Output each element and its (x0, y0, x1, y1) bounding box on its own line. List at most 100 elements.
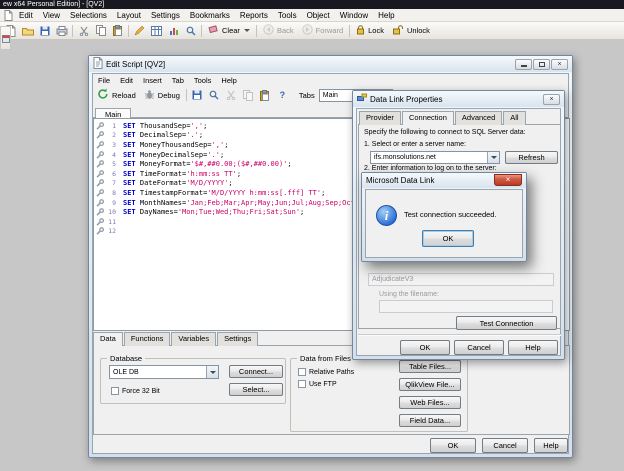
app-menubar: Edit View Selections Layout Settings Bookmark… (0, 9, 624, 22)
save-icon[interactable] (189, 88, 206, 103)
menu-item[interactable]: Tools (273, 11, 302, 20)
document-icon[interactable] (2, 9, 14, 21)
force-32bit-checkbox[interactable]: Force 32 Bit (111, 387, 160, 395)
menu-item[interactable]: Edit (14, 11, 38, 20)
help-button[interactable]: Help (508, 340, 558, 355)
minimize-button[interactable] (515, 58, 532, 70)
open-icon[interactable] (19, 23, 36, 38)
refresh-button[interactable]: Refresh (505, 151, 558, 164)
unlock-button[interactable]: Unlock (388, 24, 434, 38)
line-number: 11 (108, 217, 116, 226)
menu-item[interactable]: Insert (138, 76, 167, 85)
ok-button[interactable]: OK (422, 230, 474, 247)
field-data-button[interactable]: Field Data... (399, 414, 461, 427)
line-number: 12 (108, 227, 116, 236)
app-titlebar[interactable]: ew x64 Personal Edition] - [QV2] (0, 0, 624, 9)
help-button[interactable]: Help (534, 438, 568, 453)
checkbox[interactable] (298, 380, 306, 388)
ok-button[interactable]: OK (400, 340, 450, 355)
line-number: 2 (112, 131, 116, 140)
test-connection-button[interactable]: Test Connection (456, 316, 557, 330)
menu-item[interactable]: Window (335, 11, 373, 20)
connect-button[interactable]: Connect... (229, 365, 283, 378)
tab-settings[interactable]: Settings (217, 332, 259, 346)
cut-icon[interactable] (223, 88, 240, 103)
menu-item[interactable]: Edit (115, 76, 138, 85)
menu-item[interactable]: Tools (189, 76, 217, 85)
close-icon[interactable]: × (494, 174, 522, 186)
sheet-icon[interactable] (1, 30, 10, 49)
tab-variables[interactable]: Variables (171, 332, 217, 346)
tab-all[interactable]: All (503, 111, 526, 125)
back-button[interactable]: Back (259, 23, 298, 38)
menu-item[interactable]: Help (216, 76, 241, 85)
tab-functions[interactable]: Functions (123, 332, 171, 346)
cancel-button[interactable]: Cancel (482, 438, 528, 453)
use-ftp-checkbox[interactable]: Use FTP (298, 380, 337, 388)
maximize-button[interactable] (533, 58, 550, 70)
wrench-icon (96, 121, 105, 130)
lock-button[interactable]: Lock (352, 24, 388, 38)
tab-data[interactable]: Data (93, 332, 123, 346)
menu-item[interactable]: Selections (65, 11, 112, 20)
menu-item[interactable]: Object (302, 11, 335, 20)
save-icon[interactable] (36, 23, 53, 38)
debug-button[interactable]: Debug (140, 88, 184, 103)
chevron-down-icon[interactable] (487, 152, 499, 163)
print-icon[interactable] (53, 23, 70, 38)
menu-item[interactable]: Help (373, 11, 399, 20)
close-icon[interactable]: × (551, 58, 568, 70)
line-number: 5 (112, 160, 116, 169)
help-icon[interactable]: ? (274, 88, 291, 103)
menu-item[interactable]: Layout (112, 11, 146, 20)
chevron-down-icon[interactable] (206, 366, 218, 378)
checkbox[interactable] (111, 387, 119, 395)
close-icon[interactable]: × (543, 93, 560, 105)
app-title: ew x64 Personal Edition] - [QV2] (3, 1, 105, 8)
line-number: 7 (112, 179, 116, 188)
menu-item[interactable]: Settings (146, 11, 185, 20)
pencil-icon[interactable] (131, 23, 148, 38)
copy-icon[interactable] (240, 88, 257, 103)
app-toolbar: Clear Back Forward Lock Unlock (0, 22, 624, 40)
data-from-files-group: Data from Files Relative Paths Use FTP T… (290, 354, 468, 432)
line-number: 1 (112, 121, 116, 130)
reload-button[interactable]: Reload (93, 87, 140, 103)
wrench-icon (96, 169, 105, 178)
cancel-button[interactable]: Cancel (454, 340, 504, 355)
tab-advanced[interactable]: Advanced (454, 111, 503, 125)
checkbox[interactable] (298, 368, 306, 376)
menu-item[interactable]: Tab (167, 76, 189, 85)
qlikview-file-button[interactable]: QlikView File... (399, 378, 461, 391)
cut-icon[interactable] (75, 23, 92, 38)
forward-button[interactable]: Forward (298, 23, 348, 38)
ok-button[interactable]: OK (430, 438, 476, 453)
database-select[interactable]: OLE DB (109, 365, 219, 379)
menu-item[interactable]: File (93, 76, 115, 85)
relative-paths-checkbox[interactable]: Relative Paths (298, 368, 354, 376)
search-icon[interactable] (206, 88, 223, 103)
database-group-label: Database (107, 354, 146, 363)
server-name-combo[interactable]: ifs.monsolutions.net (370, 151, 500, 164)
message-box: Microsoft Data Link × i Test connection … (361, 172, 527, 262)
tab-connection[interactable]: Connection (401, 111, 454, 125)
edit-script-titlebar[interactable]: Edit Script [QV2] × (89, 56, 572, 72)
unlock-label: Unlock (406, 26, 430, 35)
web-files-button[interactable]: Web Files... (399, 396, 461, 409)
copy-icon[interactable] (92, 23, 109, 38)
data-link-titlebar[interactable]: Data Link Properties × (353, 91, 564, 107)
forward-label: Forward (315, 26, 344, 35)
paste-icon[interactable] (109, 23, 126, 38)
select-button[interactable]: Select... (229, 383, 283, 396)
menu-item[interactable]: Reports (235, 11, 273, 20)
search-icon[interactable] (182, 23, 199, 38)
table-files-button[interactable]: Table Files... (399, 360, 461, 373)
menu-item[interactable]: View (38, 11, 65, 20)
table-icon[interactable] (148, 23, 165, 38)
line-number: 3 (112, 140, 116, 149)
menu-item[interactable]: Bookmarks (185, 11, 235, 20)
tab-provider[interactable]: Provider (359, 111, 401, 125)
clear-button[interactable]: Clear (204, 24, 254, 37)
paste-icon[interactable] (257, 88, 274, 103)
chart-icon[interactable] (165, 23, 182, 38)
